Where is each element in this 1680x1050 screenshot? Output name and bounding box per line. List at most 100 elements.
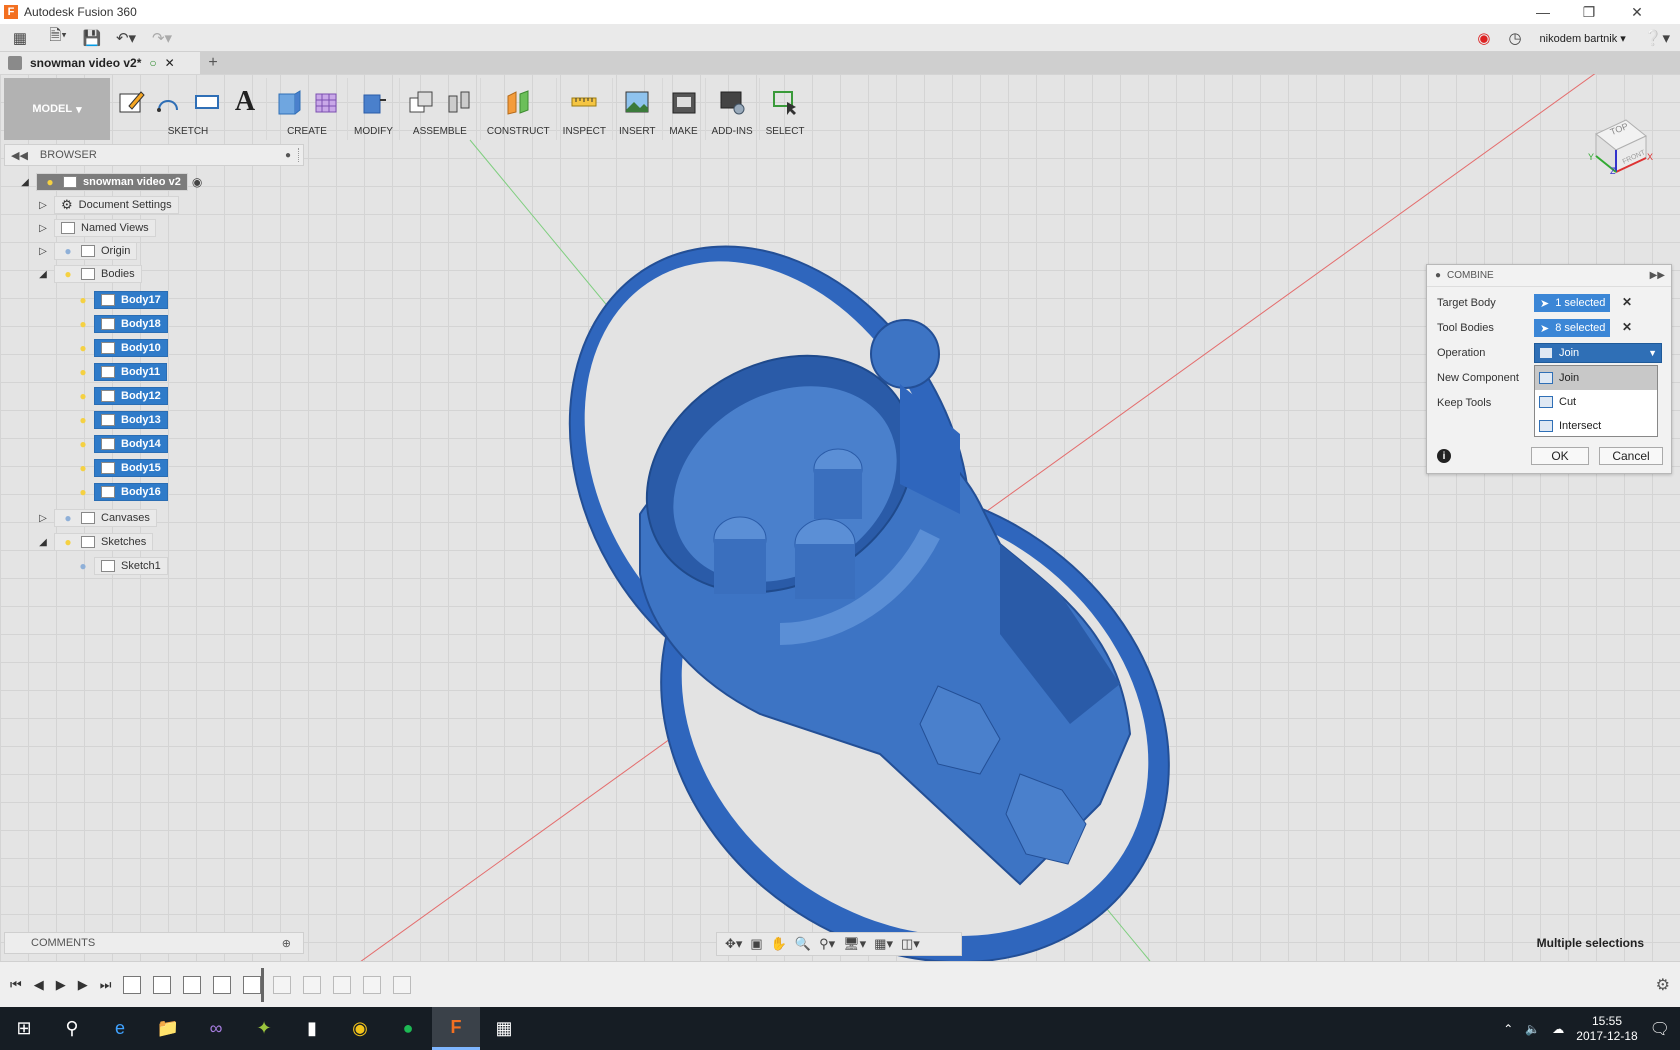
document-tab[interactable]: snowman video v2* ○ ✕ (0, 52, 200, 74)
body-node[interactable]: Body10 (94, 339, 168, 357)
expand-triangle-icon[interactable]: ▷ (36, 244, 50, 258)
visual-studio-icon[interactable]: ∞ (192, 1007, 240, 1050)
sketch-group[interactable]: A SKETCH (110, 78, 267, 140)
collapse-triangle-icon[interactable]: ◢ (18, 175, 32, 189)
canvases-node[interactable]: ● Canvases (54, 509, 157, 527)
root-component-node[interactable]: ● snowman video v2 (36, 173, 188, 191)
timeline-sketch-feature[interactable] (393, 975, 412, 994)
body-node[interactable]: Body15 (94, 459, 168, 477)
body-node[interactable]: Body18 (94, 315, 168, 333)
step-back-icon[interactable]: ◀ (34, 977, 44, 993)
target-body-selector[interactable]: ➤ 1 selected (1534, 294, 1610, 312)
help-icon[interactable]: ❔▾ (1644, 26, 1670, 50)
visibility-bulb-icon[interactable]: ● (76, 559, 90, 573)
file-explorer-icon[interactable]: 📁 (144, 1007, 192, 1050)
form-sculpt-icon[interactable] (311, 87, 341, 117)
body-node[interactable]: Body17 (94, 291, 168, 309)
minimize-button[interactable]: — (1520, 0, 1566, 24)
visibility-bulb-icon[interactable]: ● (76, 461, 90, 475)
tree-node-bodies[interactable]: ◢ ● Bodies (36, 264, 142, 284)
data-panel-grid-icon[interactable]: ▦ (0, 26, 40, 50)
timeline-extrude-feature[interactable] (183, 975, 202, 994)
operation-dropdown[interactable]: Join ▼ (1534, 343, 1662, 363)
addins-group[interactable]: ADD-INS (706, 78, 760, 140)
construct-group[interactable]: CONSTRUCT (481, 78, 557, 140)
look-at-icon[interactable]: ▣ (750, 936, 762, 952)
pan-hand-icon[interactable]: ✋ (771, 936, 787, 952)
spotify-icon[interactable]: ● (384, 1007, 432, 1050)
orbit-icon[interactable]: ✥▾ (725, 936, 742, 952)
display-settings-icon[interactable]: 🖥▾ (843, 936, 866, 952)
restore-button[interactable]: ❐ (1566, 0, 1612, 24)
file-menu-icon[interactable]: 🗎▾ (40, 26, 76, 50)
operation-option-cut[interactable]: Cut (1535, 390, 1657, 414)
tree-node-document-settings[interactable]: ▷ ⚙ Document Settings (36, 195, 179, 215)
select-group[interactable]: SELECT (760, 78, 811, 140)
timeline-extrude-feature[interactable] (333, 975, 352, 994)
grid-settings-icon[interactable]: ▦▾ (874, 936, 893, 952)
visibility-bulb-icon[interactable]: ● (43, 175, 57, 189)
document-settings-node[interactable]: ⚙ Document Settings (54, 196, 179, 214)
timeline-extrude-feature[interactable] (213, 975, 232, 994)
timeline-sketch-feature[interactable] (153, 975, 172, 994)
photo-app-icon[interactable]: ▦ (480, 1007, 528, 1050)
visibility-bulb-icon[interactable]: ● (76, 317, 90, 331)
tree-node-named-views[interactable]: ▷ Named Views (36, 218, 156, 238)
tree-root[interactable]: ◢ ● snowman video v2 ◉ (18, 172, 202, 192)
visibility-bulb-icon[interactable]: ● (61, 244, 75, 258)
add-comment-icon[interactable]: ⊕ (282, 937, 291, 950)
visibility-bulb-icon[interactable]: ● (61, 267, 75, 281)
create-sketch-icon[interactable] (116, 87, 146, 117)
timeline-extrude-feature[interactable] (273, 975, 292, 994)
zoom-icon[interactable]: 🔍 (795, 936, 811, 952)
timeline-extrude-feature[interactable] (243, 975, 262, 994)
save-icon[interactable]: 💾 (76, 26, 108, 50)
activate-radio-icon[interactable]: ◉ (192, 175, 202, 189)
text-tool-icon[interactable]: A (230, 86, 260, 117)
tree-node-body[interactable]: ● Body15 (76, 458, 168, 478)
user-account-menu[interactable]: nikodem bartnik ▾ (1540, 32, 1626, 45)
snowman-model[interactable] (490, 174, 1262, 961)
sketch-node[interactable]: Sketch1 (94, 557, 168, 575)
expand-triangle-icon[interactable]: ▷ (36, 198, 50, 212)
expand-dialog-icon[interactable]: ▶▶ (1650, 270, 1665, 281)
operation-option-intersect[interactable]: Intersect (1535, 414, 1657, 438)
clear-tool-bodies-icon[interactable]: ✕ (1622, 320, 1632, 334)
play-icon[interactable]: ▶ (56, 977, 66, 993)
visibility-bulb-icon[interactable]: ● (76, 365, 90, 379)
record-icon[interactable]: ◉ (1477, 26, 1490, 50)
undo-icon[interactable]: ↶▾ (108, 26, 144, 50)
create-group[interactable]: CREATE (267, 78, 348, 140)
offset-plane-icon[interactable] (503, 87, 533, 117)
body-node[interactable]: Body13 (94, 411, 168, 429)
visibility-bulb-icon[interactable]: ● (76, 413, 90, 427)
press-pull-icon[interactable] (358, 87, 388, 117)
operation-option-join[interactable]: Join (1535, 366, 1657, 390)
assemble-group[interactable]: ASSEMBLE (400, 78, 481, 140)
tool-bodies-selector[interactable]: ➤ 8 selected (1534, 319, 1610, 337)
windows-start-icon[interactable]: ⊞ (0, 1007, 48, 1050)
search-icon[interactable]: ⚲ (48, 1007, 96, 1050)
ok-button[interactable]: OK (1531, 447, 1589, 465)
job-status-clock-icon[interactable]: ◷ (1508, 26, 1521, 50)
app-leaf-icon[interactable]: ✦ (240, 1007, 288, 1050)
modify-group[interactable]: MODIFY (348, 78, 400, 140)
edge-browser-icon[interactable]: e (96, 1007, 144, 1050)
chrome-icon[interactable]: ◉ (336, 1007, 384, 1050)
redo-icon[interactable]: ↷▾ (144, 26, 180, 50)
system-clock[interactable]: 15:55 2017-12-18 (1576, 1014, 1637, 1044)
cancel-button[interactable]: Cancel (1599, 447, 1663, 465)
tree-node-body[interactable]: ● Body14 (76, 434, 168, 454)
tree-node-sketches[interactable]: ◢ ● Sketches (36, 532, 154, 552)
volume-icon[interactable]: 🔈 (1525, 1022, 1540, 1036)
workspace-switcher-button[interactable]: MODEL ▾ (4, 78, 110, 140)
combine-dialog-header[interactable]: ● COMBINE ▶▶ (1427, 265, 1671, 287)
terminal-icon[interactable]: ▮ (288, 1007, 336, 1050)
body-node[interactable]: Body11 (94, 363, 168, 381)
collapse-triangle-icon[interactable]: ◢ (36, 535, 50, 549)
rectangle-tool-icon[interactable] (192, 87, 222, 117)
tray-chevron-up-icon[interactable]: ⌃ (1503, 1022, 1513, 1036)
expand-triangle-icon[interactable]: ▷ (36, 221, 50, 235)
line-tool-icon[interactable] (154, 87, 184, 117)
comments-panel-header[interactable]: COMMENTS ⊕ (4, 932, 304, 954)
